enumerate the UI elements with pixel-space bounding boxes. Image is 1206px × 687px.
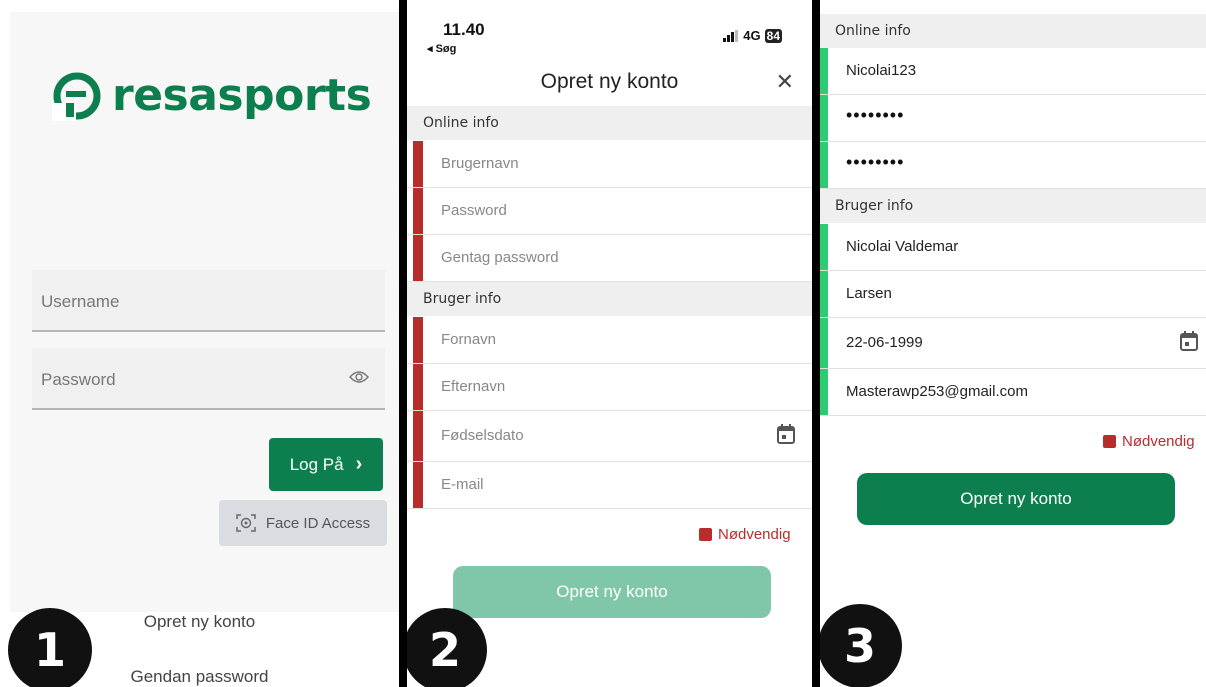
firstname-value: Nicolai Valdemar [846, 238, 959, 255]
required-indicator [413, 364, 423, 410]
face-id-label: Face ID Access [265, 514, 371, 532]
section-user-info: Bruger info [820, 189, 1206, 223]
network-status: 4G 84 [723, 28, 782, 43]
face-id-button[interactable]: Face ID Access [219, 500, 387, 546]
lastname-field[interactable]: Larsen [820, 271, 1206, 318]
password-field[interactable]: Password [407, 188, 812, 235]
lastname-placeholder: Efternavn [441, 378, 506, 395]
repeat-password-placeholder: Gentag password [441, 249, 559, 266]
birthdate-placeholder: Fødselsdato [441, 427, 524, 444]
required-label: Nødvendig [1122, 433, 1195, 450]
panel-divider [399, 0, 407, 687]
calendar-icon[interactable] [1180, 331, 1198, 351]
page-title: Opret ny konto [540, 70, 679, 93]
back-to-search-link[interactable]: ◂ Søg [427, 42, 456, 55]
battery-level: 84 [764, 28, 782, 43]
email-field[interactable]: Masterawp253@gmail.com [820, 369, 1206, 416]
required-indicator [413, 317, 423, 363]
valid-indicator [820, 224, 828, 270]
required-indicator [413, 188, 423, 234]
valid-indicator [820, 318, 828, 368]
required-swatch [699, 528, 712, 541]
brand-logo: resasports [52, 70, 372, 121]
section-online-info: Online info [407, 106, 812, 140]
repeat-password-field[interactable]: Gentag password [407, 235, 812, 282]
status-time: 11.40 [443, 20, 485, 39]
create-account-empty-screen: 11.40 ◂ Søg 4G 84 Opret ny konto ✕ Onlin… [407, 0, 812, 687]
face-id-icon [236, 514, 256, 532]
email-value: Masterawp253@gmail.com [846, 383, 1028, 400]
login-screen: resasports Username Password Log På › Fa… [0, 0, 399, 687]
chevron-right-icon: › [355, 453, 363, 475]
network-type: 4G [743, 28, 761, 43]
email-placeholder: E-mail [441, 476, 484, 493]
close-icon[interactable]: ✕ [776, 70, 794, 95]
required-swatch [1103, 435, 1116, 448]
password-placeholder: Password [441, 202, 507, 219]
email-field[interactable]: E-mail [407, 462, 812, 509]
calendar-icon[interactable] [777, 424, 795, 444]
username-placeholder: Brugernavn [441, 155, 519, 172]
signal-icon [723, 29, 739, 42]
required-legend: Nødvendig [699, 526, 791, 543]
required-indicator [413, 462, 423, 508]
firstname-field[interactable]: Fornavn [407, 317, 812, 364]
password-field[interactable]: •••••••• [820, 95, 1206, 142]
create-account-button-disabled[interactable]: Opret ny konto [453, 566, 771, 618]
valid-indicator [820, 369, 828, 415]
valid-indicator [820, 142, 828, 188]
section-online-info: Online info [820, 14, 1206, 48]
required-indicator [413, 141, 423, 187]
birthdate-field[interactable]: 22-06-1999 [820, 318, 1206, 369]
password-placeholder: Password [41, 370, 116, 389]
required-label: Nødvendig [718, 526, 791, 543]
username-field[interactable]: Brugernavn [407, 141, 812, 188]
firstname-field[interactable]: Nicolai Valdemar [820, 224, 1206, 271]
resasports-logo-icon [52, 72, 101, 121]
firstname-placeholder: Fornavn [441, 331, 497, 348]
repeat-password-field[interactable]: •••••••• [820, 142, 1206, 189]
username-input[interactable]: Username [32, 270, 385, 332]
show-password-icon[interactable] [349, 370, 369, 384]
panel-divider [812, 0, 820, 687]
username-value: Nicolai123 [846, 62, 917, 79]
step-badge-3: 3 [820, 604, 902, 687]
required-indicator [413, 235, 423, 281]
lastname-field[interactable]: Efternavn [407, 364, 812, 411]
username-placeholder: Username [41, 292, 120, 311]
valid-indicator [820, 95, 828, 141]
create-account-filled-screen: Online info Nicolai123 •••••••• ••••••••… [820, 0, 1206, 687]
required-legend: Nødvendig [1103, 433, 1195, 450]
step-badge-2: 2 [407, 608, 487, 687]
repeat-password-value: •••••••• [846, 152, 905, 172]
step-badge-1: 1 [8, 608, 92, 687]
valid-indicator [820, 48, 828, 94]
password-value: •••••••• [846, 105, 905, 125]
password-input[interactable]: Password [32, 348, 385, 410]
required-indicator [413, 411, 423, 461]
brand-name: resasports [112, 70, 372, 121]
status-bar: 11.40 ◂ Søg 4G 84 [407, 0, 812, 60]
birthdate-field[interactable]: Fødselsdato [407, 411, 812, 462]
login-button-label: Log På [289, 454, 344, 474]
lastname-value: Larsen [846, 285, 892, 302]
section-user-info: Bruger info [407, 282, 812, 316]
birthdate-value: 22-06-1999 [846, 334, 923, 351]
valid-indicator [820, 271, 828, 317]
login-button[interactable]: Log På › [269, 438, 383, 491]
create-account-button[interactable]: Opret ny konto [857, 473, 1175, 525]
username-field[interactable]: Nicolai123 [820, 48, 1206, 95]
